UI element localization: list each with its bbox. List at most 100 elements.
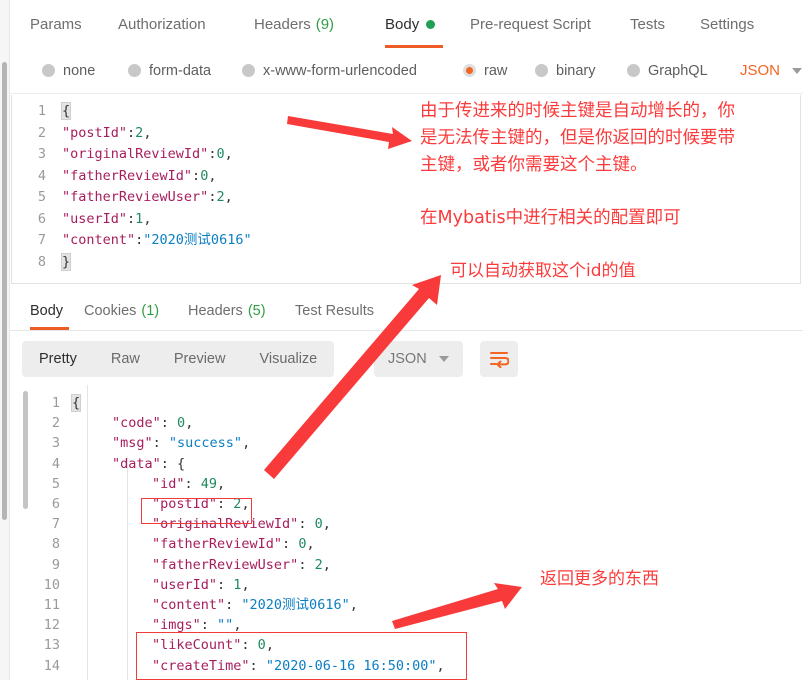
line-number: 2 bbox=[51, 415, 60, 432]
body-type-label: binary bbox=[556, 62, 596, 79]
code-token: : bbox=[160, 455, 178, 472]
code-token: , bbox=[242, 435, 251, 452]
response-view-segmented: Pretty Raw Preview Visualize bbox=[22, 341, 335, 377]
code-token: , bbox=[185, 415, 194, 432]
response-tab-cookies[interactable]: Cookies (1) bbox=[84, 292, 159, 330]
code-token: "userId" bbox=[152, 576, 218, 593]
code-line[interactable]: "originalReviewId":0, bbox=[62, 144, 233, 164]
code-token: 49 bbox=[200, 475, 218, 492]
postman-screenshot: Params Authorization Headers (9) Body Pre-req… bbox=[0, 0, 803, 680]
code-token: , bbox=[224, 146, 233, 162]
code-token: : bbox=[298, 556, 315, 573]
code-line[interactable]: "fatherReviewUser": 2, bbox=[152, 555, 331, 575]
request-format-select[interactable]: JSON bbox=[740, 48, 803, 93]
line-number: 1 bbox=[37, 103, 46, 119]
code-line[interactable]: "msg": "success", bbox=[112, 433, 250, 453]
response-format-label: JSON bbox=[388, 351, 427, 367]
fold-rail-level1 bbox=[87, 385, 88, 680]
code-token: "code" bbox=[112, 415, 161, 432]
radio-icon bbox=[535, 64, 548, 77]
code-token: "" bbox=[217, 617, 234, 634]
code-token: "success" bbox=[168, 435, 243, 452]
code-token: : bbox=[249, 657, 266, 674]
code-line[interactable]: { bbox=[60, 101, 72, 121]
response-tab-body[interactable]: Body bbox=[30, 292, 63, 330]
chevron-down-icon bbox=[792, 67, 803, 74]
line-number: 2 bbox=[37, 124, 46, 141]
code-line[interactable]: "createTime": "2020-06-16 16:50:00", bbox=[152, 656, 445, 676]
code-token: , bbox=[217, 475, 226, 492]
code-token: , bbox=[233, 617, 242, 634]
request-tab-body[interactable]: Body bbox=[385, 0, 436, 48]
fold-rail-level2 bbox=[127, 457, 128, 680]
wrap-lines-button[interactable] bbox=[480, 341, 518, 377]
body-type-label: raw bbox=[484, 62, 508, 79]
line-number: 14 bbox=[43, 657, 60, 674]
body-type-radio-raw[interactable]: raw bbox=[463, 48, 507, 93]
response-view-preview[interactable]: Preview bbox=[157, 341, 243, 377]
response-body-editor[interactable]: 1 {2 "code": 0, 3 "msg": "success", 4 "data": … bbox=[10, 385, 803, 680]
window-scrollbar-thumb[interactable] bbox=[2, 62, 7, 520]
response-scrollbar-thumb[interactable] bbox=[23, 391, 28, 509]
response-view-pretty[interactable]: Pretty bbox=[22, 341, 94, 377]
body-type-radio-x-www-form-urlencoded[interactable]: x-www-form-urlencoded bbox=[242, 48, 417, 93]
code-token: "2020测试0616" bbox=[143, 232, 252, 248]
request-tab-authorization[interactable]: Authorization bbox=[118, 0, 206, 48]
code-token: , bbox=[436, 657, 445, 674]
code-line[interactable]: "code": 0, bbox=[112, 413, 193, 433]
code-line[interactable]: "fatherReviewUser":2, bbox=[62, 187, 233, 207]
annotation-note2: 在Mybatis中进行相关的配置即可 bbox=[420, 208, 681, 228]
code-token: , bbox=[143, 210, 152, 227]
request-tab-label: Authorization bbox=[118, 15, 206, 33]
body-modified-dot-icon bbox=[426, 19, 436, 29]
body-type-radio-binary[interactable]: binary bbox=[535, 48, 596, 93]
body-type-radio-form-data[interactable]: form-data bbox=[128, 48, 211, 93]
response-format-select[interactable]: JSON bbox=[374, 341, 463, 377]
code-line[interactable]: { bbox=[70, 393, 82, 413]
code-line[interactable]: "content": "2020测试0616", bbox=[152, 595, 358, 615]
request-tab-label: Body bbox=[385, 15, 420, 33]
response-view-raw[interactable]: Raw bbox=[94, 341, 157, 377]
code-token: : bbox=[241, 637, 258, 654]
code-token: "id" bbox=[152, 475, 185, 492]
request-tab-params[interactable]: Params bbox=[30, 0, 82, 48]
request-tab-bar: Params Authorization Headers (9) Body Pre-req… bbox=[10, 0, 803, 49]
window-scrollbar-track[interactable] bbox=[0, 0, 9, 680]
line-number: 11 bbox=[43, 597, 60, 613]
request-tab-tests[interactable]: Tests bbox=[630, 0, 665, 48]
code-line[interactable]: "data": { bbox=[112, 454, 185, 474]
code-line[interactable]: "postId":2, bbox=[62, 123, 151, 143]
line-number: 13 bbox=[43, 637, 60, 654]
body-type-radio-GraphQL[interactable]: GraphQL bbox=[627, 48, 708, 93]
code-token: "imgs" bbox=[152, 617, 201, 634]
request-tab-pre-request-script[interactable]: Pre-request Script bbox=[470, 0, 591, 48]
code-token: : bbox=[192, 167, 201, 184]
response-tab-headers[interactable]: Headers (5) bbox=[188, 292, 266, 330]
response-tab-label: Test Results bbox=[295, 303, 374, 319]
response-tab-test-results[interactable]: Test Results bbox=[295, 292, 374, 330]
request-tab-headers[interactable]: Headers (9) bbox=[254, 0, 334, 48]
code-line[interactable]: "content":"2020测试0616" bbox=[62, 230, 252, 250]
line-number: 7 bbox=[51, 516, 60, 533]
code-token: , bbox=[143, 124, 152, 141]
code-token: 2 bbox=[216, 189, 225, 205]
response-view-visualize[interactable]: Visualize bbox=[242, 341, 334, 377]
line-number: 6 bbox=[37, 210, 46, 227]
code-line[interactable]: "originalReviewId": 0, bbox=[152, 514, 331, 534]
code-line[interactable]: "fatherReviewId":0, bbox=[62, 166, 216, 186]
line-number: 12 bbox=[43, 617, 60, 634]
code-line[interactable]: "postId": 2, bbox=[152, 494, 250, 514]
request-tab-settings[interactable]: Settings bbox=[700, 0, 754, 48]
line-number: 1 bbox=[51, 395, 60, 411]
code-line[interactable]: "id": 49, bbox=[152, 474, 225, 494]
code-line[interactable]: "userId": 1, bbox=[152, 575, 250, 595]
code-line[interactable]: } bbox=[60, 252, 72, 272]
code-line[interactable]: "userId":1, bbox=[62, 209, 151, 229]
code-token: , bbox=[349, 597, 358, 613]
code-line[interactable]: "fatherReviewId": 0, bbox=[152, 534, 315, 554]
body-type-radio-none[interactable]: none bbox=[42, 48, 95, 93]
code-line[interactable]: "imgs": "", bbox=[152, 615, 241, 635]
code-token: : bbox=[217, 576, 234, 593]
code-token: "fatherReviewId" bbox=[62, 167, 193, 184]
code-line[interactable]: "likeCount": 0, bbox=[152, 635, 274, 655]
